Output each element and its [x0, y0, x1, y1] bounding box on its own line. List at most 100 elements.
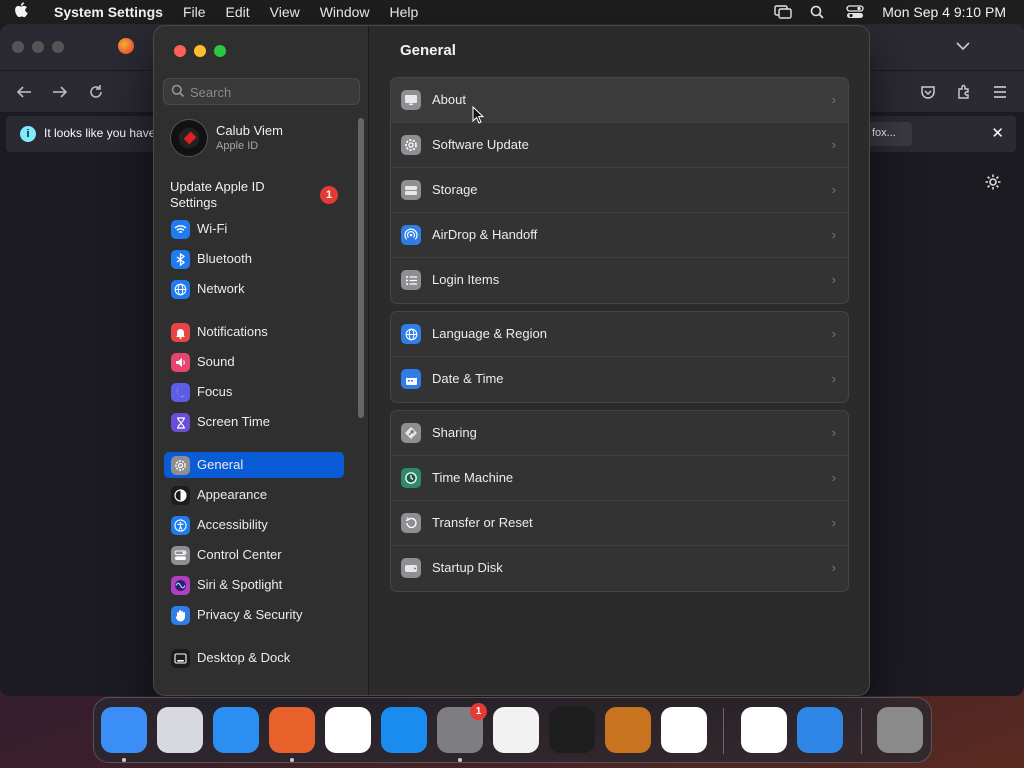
- row-software-update[interactable]: Software Update ›: [391, 123, 848, 168]
- sidebar-item-bluetooth[interactable]: Bluetooth: [164, 246, 344, 272]
- sidebar-item-privacy-security[interactable]: Privacy & Security: [164, 602, 344, 628]
- menu-edit[interactable]: Edit: [226, 4, 250, 20]
- reset-icon: [401, 513, 421, 533]
- row-transfer-or-reset[interactable]: Transfer or Reset ›: [391, 501, 848, 546]
- extensions-icon[interactable]: [956, 84, 972, 105]
- row-label: Language & Region: [432, 326, 547, 341]
- window-close-button[interactable]: [174, 45, 186, 57]
- vscode-app-icon[interactable]: [661, 707, 707, 753]
- menu-file[interactable]: File: [183, 4, 206, 20]
- avatar: [170, 119, 208, 157]
- control-center-icon[interactable]: [846, 5, 864, 19]
- screen-mirroring-icon[interactable]: [774, 5, 792, 19]
- mouse-cursor-icon: [472, 105, 485, 129]
- sidebar-item-label: Desktop & Dock: [197, 650, 291, 665]
- search-icon: [171, 84, 185, 103]
- profile-subtitle: Apple ID: [216, 140, 259, 152]
- browser-zoom-button[interactable]: [52, 41, 64, 53]
- chevron-right-icon: ›: [831, 515, 836, 530]
- menu-view[interactable]: View: [270, 4, 300, 20]
- running-indicator: [458, 758, 462, 762]
- visual-studio-app-icon[interactable]: [741, 707, 787, 753]
- window-zoom-button[interactable]: [214, 45, 226, 57]
- sidebar-item-screen-time[interactable]: Screen Time: [164, 409, 344, 435]
- chevron-right-icon: ›: [831, 560, 836, 575]
- terminal-app-icon[interactable]: [549, 707, 595, 753]
- chevron-right-icon: ›: [831, 227, 836, 242]
- hourglass-icon: [171, 413, 190, 432]
- page-settings-gear-icon[interactable]: [984, 173, 1002, 196]
- gear-badge-icon: [401, 135, 421, 155]
- globe-icon: [401, 324, 421, 344]
- sidebar-item-focus[interactable]: Focus: [164, 379, 344, 405]
- forward-arrow-icon[interactable]: [52, 85, 68, 104]
- firefox-tab-icon[interactable]: [118, 38, 134, 54]
- sidebar-scrollbar[interactable]: [358, 118, 364, 418]
- row-login-items[interactable]: Login Items ›: [391, 258, 848, 303]
- back-arrow-icon[interactable]: [16, 85, 32, 104]
- menu-app-name[interactable]: System Settings: [54, 4, 163, 20]
- weather-app-icon[interactable]: [797, 707, 843, 753]
- update-badge: 1: [320, 186, 338, 204]
- sharing-icon: [401, 423, 421, 443]
- tab-list-chevron-icon[interactable]: [956, 38, 970, 56]
- sidebar-item-network[interactable]: Network: [164, 276, 344, 302]
- notification-action-button[interactable]: fox...: [864, 122, 912, 146]
- apple-id-profile[interactable]: Calub Viem Apple ID: [170, 119, 350, 159]
- menu-window[interactable]: Window: [320, 4, 370, 20]
- row-about[interactable]: About ›: [391, 78, 848, 123]
- accessibility-icon: [171, 516, 190, 535]
- row-label: About: [432, 92, 466, 107]
- browser-minimize-button[interactable]: [32, 41, 44, 53]
- clock-icon: [401, 468, 421, 488]
- chrome-app-icon[interactable]: [325, 707, 371, 753]
- sidebar-item-appearance[interactable]: Appearance: [164, 482, 344, 508]
- sidebar-item-notifications[interactable]: Notifications: [164, 319, 344, 345]
- launchpad-app-icon[interactable]: [157, 707, 203, 753]
- app-store-app-icon[interactable]: [381, 707, 427, 753]
- sidebar-item-label: Notifications: [197, 324, 268, 339]
- apple-menu-icon[interactable]: [14, 2, 40, 22]
- pocket-icon[interactable]: [920, 84, 936, 105]
- hand-icon: [171, 606, 190, 625]
- row-date-time[interactable]: Date & Time ›: [391, 357, 848, 402]
- update-apple-id-item[interactable]: Update Apple ID Settings 1: [170, 179, 340, 211]
- row-startup-disk[interactable]: Startup Disk ›: [391, 546, 848, 591]
- notification-close-icon[interactable]: ✕: [991, 124, 1004, 142]
- sidebar-item-label: Wi-Fi: [197, 221, 228, 236]
- spotlight-search-icon[interactable]: [810, 5, 828, 19]
- sidebar-item-sound[interactable]: Sound: [164, 349, 344, 375]
- sidebar-item-desktop-dock[interactable]: Desktop & Dock: [164, 645, 344, 671]
- sidebar-item-general[interactable]: General: [164, 452, 344, 478]
- row-label: Storage: [432, 182, 478, 197]
- search-input[interactable]: [190, 83, 350, 101]
- row-time-machine[interactable]: Time Machine ›: [391, 456, 848, 501]
- window-minimize-button[interactable]: [194, 45, 206, 57]
- menu-help[interactable]: Help: [390, 4, 419, 20]
- sidebar-item-label: Bluetooth: [197, 251, 252, 266]
- safari-app-icon[interactable]: [213, 707, 259, 753]
- row-label: Sharing: [432, 425, 477, 440]
- browser-close-button[interactable]: [12, 41, 24, 53]
- reload-icon[interactable]: [88, 84, 104, 105]
- sidebar-item-accessibility[interactable]: Accessibility: [164, 512, 344, 538]
- toggles-icon: [171, 546, 190, 565]
- finder-app-icon[interactable]: [101, 707, 147, 753]
- garageband-app-icon[interactable]: [605, 707, 651, 753]
- textedit-app-icon[interactable]: [493, 707, 539, 753]
- hamburger-menu-icon[interactable]: [992, 85, 1008, 104]
- sidebar-item-siri-spotlight[interactable]: Siri & Spotlight: [164, 572, 344, 598]
- menubar-clock[interactable]: Mon Sep 4 9:10 PM: [882, 4, 1006, 20]
- row-storage[interactable]: Storage ›: [391, 168, 848, 213]
- trash-app-icon[interactable]: [877, 707, 923, 753]
- sidebar-item-control-center[interactable]: Control Center: [164, 542, 344, 568]
- sidebar-item-label: Screen Time: [197, 414, 270, 429]
- row-language-region[interactable]: Language & Region ›: [391, 312, 848, 357]
- row-label: Time Machine: [432, 470, 514, 485]
- dock-icon: [171, 649, 190, 668]
- row-airdrop-handoff[interactable]: AirDrop & Handoff ›: [391, 213, 848, 258]
- row-sharing[interactable]: Sharing ›: [391, 411, 848, 456]
- sidebar-item-wi-fi[interactable]: Wi-Fi: [164, 216, 344, 242]
- firefox-app-icon[interactable]: [269, 707, 315, 753]
- disk-icon: [401, 558, 421, 578]
